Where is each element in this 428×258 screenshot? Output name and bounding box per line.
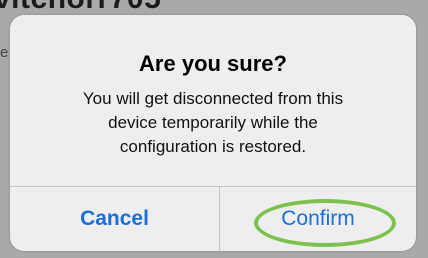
cancel-button[interactable]: Cancel <box>10 187 219 251</box>
alert-title: Are you sure? <box>139 51 287 76</box>
background-title: vitchorr705 <box>0 0 161 16</box>
alert-message-line-3: configuration is restored. <box>119 137 307 156</box>
alert-message-line-2: device temporarily while the <box>108 113 318 132</box>
confirm-button[interactable]: Confirm <box>220 187 416 251</box>
background-text-fragment: e <box>0 44 9 61</box>
confirmation-alert: Are you sure? You will get disconnected … <box>10 15 416 251</box>
alert-message: You will get disconnected from this devi… <box>10 87 416 159</box>
alert-message-line-1: You will get disconnected from this <box>82 89 344 108</box>
